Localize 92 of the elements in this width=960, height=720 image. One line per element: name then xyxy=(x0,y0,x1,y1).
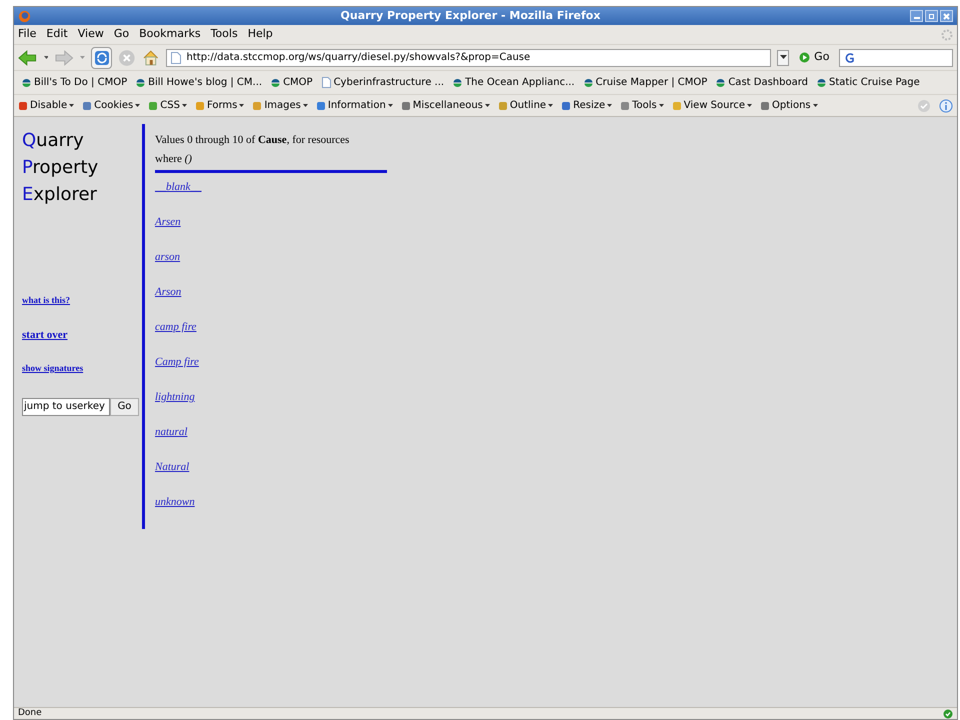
caret-icon xyxy=(484,104,490,108)
globe-icon xyxy=(22,78,31,86)
url-field[interactable]: http://data.stccmop.org/ws/quarry/diesel.py/showvals?&prop=Cause xyxy=(166,48,772,66)
caret-icon xyxy=(812,104,818,108)
toolbar-menu[interactable]: Tools xyxy=(620,98,664,113)
caret-icon xyxy=(135,104,140,108)
summary-text: Values 0 through 10 of Cause, for resources xyxy=(155,133,350,148)
bookmark-item[interactable]: Bill Howe's blog | CM... xyxy=(136,75,262,90)
stop-icon[interactable] xyxy=(118,48,136,66)
bookmark-item[interactable]: Static Cruise Page xyxy=(817,75,920,90)
page-icon xyxy=(322,77,331,88)
value-link[interactable]: Camp fire xyxy=(155,354,199,370)
reload-button[interactable] xyxy=(90,46,112,68)
close-button[interactable] xyxy=(940,10,953,22)
globe-icon xyxy=(453,78,462,86)
toolbar-menu[interactable]: CSS xyxy=(148,98,187,113)
page-icon xyxy=(170,52,181,64)
value-link[interactable]: __blank__ xyxy=(155,179,202,195)
sidebar-link[interactable]: start over xyxy=(22,326,68,343)
site-title-word: Explorer xyxy=(22,183,98,207)
home-icon[interactable] xyxy=(142,48,160,66)
menu-item[interactable]: Edit xyxy=(46,26,68,43)
toolbar-menu[interactable]: Miscellaneous xyxy=(400,98,490,113)
site-title-word: Property xyxy=(22,156,100,180)
value-link[interactable]: unknown xyxy=(155,494,195,510)
close-icon xyxy=(943,12,950,20)
go-button[interactable]: Go xyxy=(110,398,139,416)
toolbar-menu[interactable]: Resize xyxy=(561,98,612,113)
caret-icon xyxy=(658,104,664,108)
caret-icon xyxy=(388,104,393,108)
go-button[interactable]: Go xyxy=(795,49,834,66)
globe-icon xyxy=(817,78,826,86)
search-field[interactable] xyxy=(839,48,953,66)
toolbar-menu[interactable]: Disable xyxy=(18,98,74,113)
caret-icon xyxy=(69,104,74,108)
bookmark-item[interactable]: Cast Dashboard xyxy=(716,75,808,90)
check-icon xyxy=(917,98,931,112)
maximize-button[interactable] xyxy=(925,10,938,22)
globe-icon xyxy=(271,78,280,86)
caret-icon xyxy=(607,104,612,108)
caret-icon xyxy=(747,104,752,108)
site-title-word: Quarry xyxy=(22,129,85,153)
toolbar-menu[interactable]: Images xyxy=(252,98,308,113)
minimize-button[interactable] xyxy=(910,10,923,22)
firefox-icon xyxy=(18,10,31,22)
sidebar-link[interactable]: show signatures xyxy=(22,362,84,376)
toolbar-menu[interactable]: View Source xyxy=(672,98,752,113)
value-link[interactable]: natural xyxy=(155,424,188,440)
menu-item[interactable]: Bookmarks xyxy=(139,26,201,43)
toolbar-menu[interactable]: Forms xyxy=(194,98,244,113)
reload-icon xyxy=(94,50,110,66)
forward-arrow-icon[interactable] xyxy=(54,50,74,66)
sidebar-link[interactable]: what is this? xyxy=(22,294,70,308)
bookmark-item[interactable]: The Ocean Applianc... xyxy=(453,75,575,90)
url-dropdown-button[interactable] xyxy=(777,50,790,66)
bookmark-item[interactable]: Bill's To Do | CMOP xyxy=(22,75,128,90)
value-link[interactable]: Arsen xyxy=(155,214,181,230)
info-icon xyxy=(939,98,953,112)
caret-icon xyxy=(302,104,308,108)
value-link[interactable]: arson xyxy=(155,249,180,265)
check-icon xyxy=(943,708,953,718)
back-arrow-icon[interactable] xyxy=(18,50,38,66)
play-icon xyxy=(799,52,810,63)
toolbar-menu[interactable]: Options xyxy=(760,98,818,113)
throbber-icon xyxy=(941,28,953,40)
value-link[interactable]: Natural xyxy=(155,459,190,475)
toolbar-menu[interactable]: Cookies xyxy=(82,98,140,113)
userkey-field[interactable]: jump to userkey xyxy=(22,398,110,416)
menu-item[interactable]: Tools xyxy=(210,26,238,43)
value-link[interactable]: lightning xyxy=(155,389,195,405)
caret-icon xyxy=(548,104,554,108)
globe-icon xyxy=(716,78,726,86)
menu-item[interactable]: View xyxy=(78,26,104,43)
toolbar-menu[interactable]: Information xyxy=(316,98,393,113)
caret-icon xyxy=(780,55,787,60)
bookmark-item[interactable]: Cyberinfrastructure ... xyxy=(322,75,444,90)
status-text: Done xyxy=(18,709,42,718)
globe-icon xyxy=(584,78,593,86)
caret-icon xyxy=(239,104,244,108)
bookmark-item[interactable]: CMOP xyxy=(271,75,313,90)
menu-item[interactable]: Help xyxy=(248,26,273,43)
menu-item[interactable]: File xyxy=(18,26,36,43)
toolbar-menu[interactable]: Outline xyxy=(498,98,554,113)
dropdown-caret-icon[interactable] xyxy=(44,56,48,60)
value-link[interactable]: Arson xyxy=(155,284,182,300)
menu-item[interactable]: Go xyxy=(114,26,130,43)
globe-icon xyxy=(136,78,146,86)
value-link[interactable]: camp fire xyxy=(155,319,196,335)
bookmark-item[interactable]: Cruise Mapper | CMOP xyxy=(584,75,708,90)
caret-icon xyxy=(182,104,187,108)
window-title: Quarry Property Explorer - Mozilla Firefox xyxy=(340,8,602,24)
where-text: where () xyxy=(155,150,387,173)
